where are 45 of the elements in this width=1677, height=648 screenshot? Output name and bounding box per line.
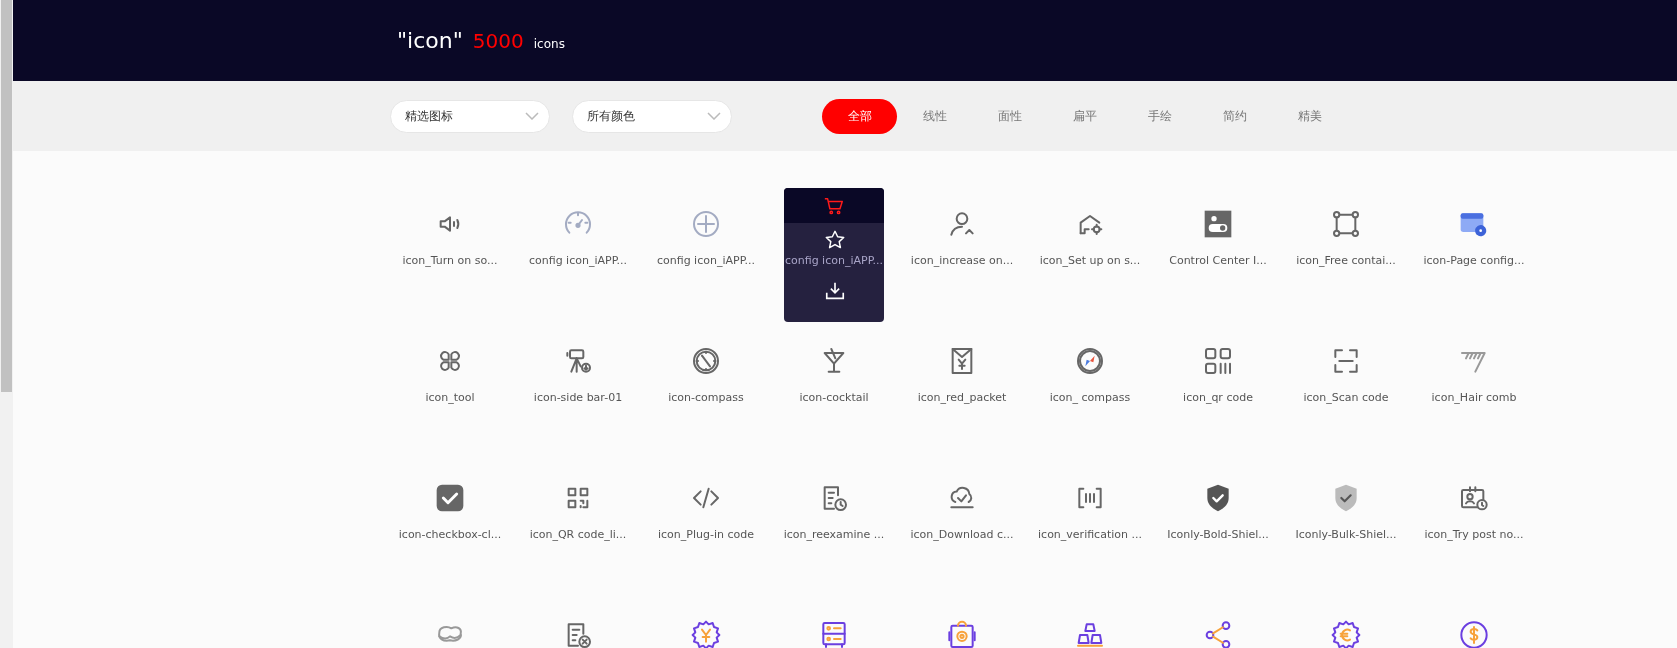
icon-label: icon_Scan code [1303,391,1389,404]
icon-label: icon_increase on... [910,254,1014,267]
dropdown[interactable]: 精选图标 [390,99,550,133]
chevron-icon [525,112,539,120]
icon-label: icon_Download c... [910,528,1014,541]
style-tab[interactable]: 精美 [1272,98,1347,134]
icon-label: config icon_iAPP... [784,254,884,267]
icon-label: Control Center I... [1169,254,1267,267]
icon-label: icon-cocktail [799,391,869,404]
count-unit: icons [533,36,565,51]
scrollbar[interactable] [0,0,13,648]
icon-label: icon-checkbox-cl... [398,528,502,541]
icon-label: icon_tool [425,391,475,404]
icon-label: icon_reexamine ... [783,528,885,541]
style-tab[interactable]: 线性 [897,98,972,134]
download-icon[interactable] [824,280,846,302]
icon-label: icon_QR code_li... [529,528,627,541]
icon-label: icon-compass [668,391,744,404]
style-tab[interactable]: 面性 [972,98,1047,134]
icon-label: icon_verification ... [1038,528,1142,541]
icon-label: icon_ compass [1049,391,1131,404]
icon-card[interactable]: config icon_iAPP... [784,188,884,322]
icon-label: icon_red_packet [917,391,1007,404]
dropdown[interactable]: 所有颜色 [572,99,732,133]
icon-label: icon_Set up on s... [1039,254,1141,267]
icon-label: config icon_iAPP... [528,254,628,267]
icon-label: icon_Turn on so... [402,254,498,267]
icon-label: icon-Page config... [1423,254,1525,267]
result-count: 5000 [472,28,524,53]
search-query: "icon" [397,28,463,53]
icon-label: icon_Hair comb [1431,391,1517,404]
style-tab[interactable]: 扁平 [1047,98,1122,134]
icon-label: icon_Free contai... [1296,254,1396,267]
star-icon[interactable] [824,229,846,251]
icon-label: icon-side bar-01 [533,391,623,404]
icon-label: icon_Plug-in code [658,528,754,541]
icon-label: Iconly-Bulk-Shiel... [1295,528,1397,541]
icon-label: Iconly-Bold-Shiel... [1167,528,1269,541]
icon-label: config icon_iAPP... [656,254,756,267]
icon-label: icon_qr code [1183,391,1253,404]
style-tab[interactable]: 全部 [822,98,897,134]
icon-label: icon_Try post no... [1424,528,1524,541]
style-tab[interactable]: 简约 [1197,98,1272,134]
chevron-icon [707,112,721,120]
style-tab[interactable]: 手绘 [1122,98,1197,134]
